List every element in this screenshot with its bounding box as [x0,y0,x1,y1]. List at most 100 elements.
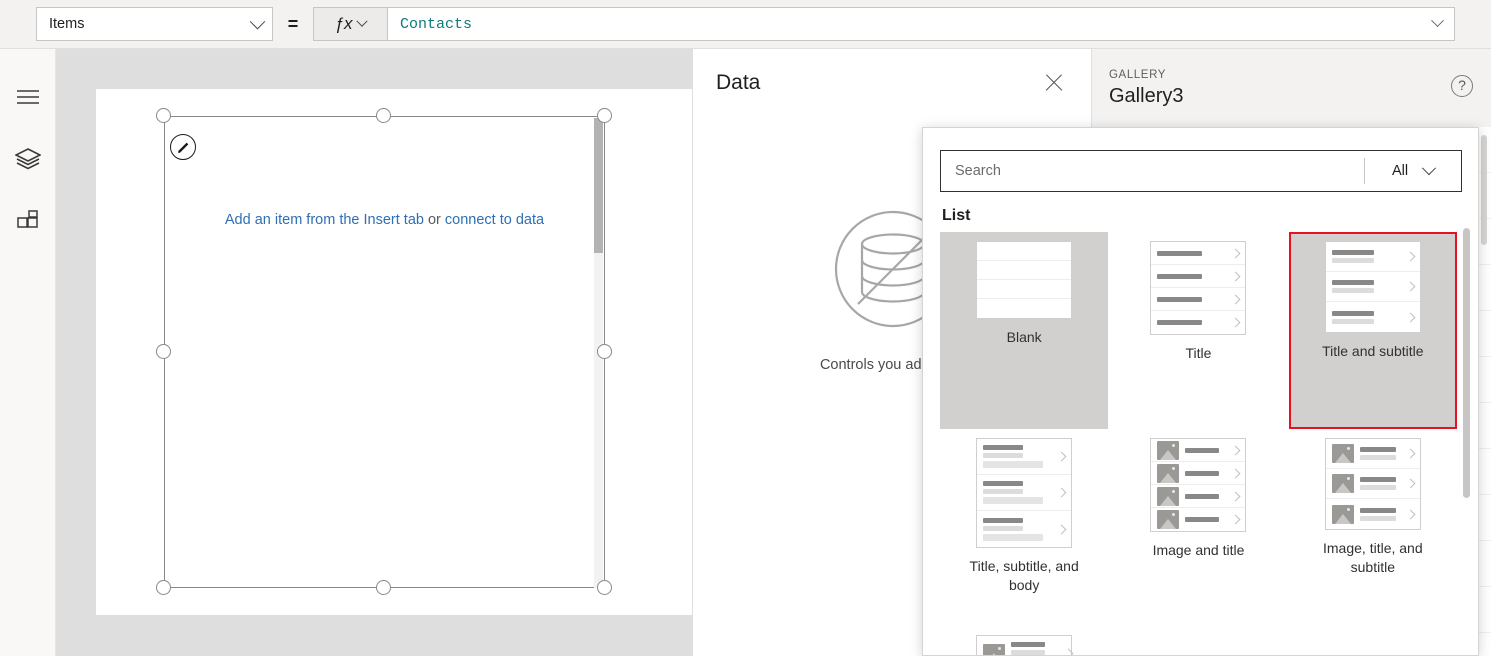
title-bar [1359,447,1396,452]
subtitle-bar [1359,515,1396,521]
chevron-right-icon [1056,487,1067,498]
chevron-right-icon [1231,445,1241,455]
resize-handle-bottom-center[interactable] [376,580,391,595]
resize-handle-middle-left[interactable] [156,344,171,359]
fx-label: ƒx [334,14,353,33]
properties-pane-titles: GALLERY Gallery3 [1109,69,1451,108]
body-bar [983,497,1044,504]
title-bar [1011,642,1046,647]
title-bar [1359,477,1396,482]
title-bar [1185,493,1220,499]
layout-search-box[interactable]: Search All [940,150,1462,192]
formula-input[interactable]: Contacts [387,7,1455,41]
title-bar [1185,470,1220,476]
fx-button[interactable]: ƒx [313,7,387,41]
app-screen[interactable]: Add an item from the Insert tab or conne… [96,89,692,615]
subtitle-bar [983,525,1024,531]
thumb-row [1326,499,1420,529]
sidebar-item-menu[interactable] [0,67,56,127]
resize-handle-top-right[interactable] [597,108,612,123]
title-bar [1331,250,1374,255]
layout-filter-label: All [1391,163,1409,179]
layout-filter-dropdown[interactable]: All [1365,161,1461,179]
layout-grid: Blank Title Title and subtitle Title, subti… [940,232,1457,655]
sidebar-item-insert[interactable] [0,191,56,251]
chevron-right-icon [1231,271,1241,281]
property-select[interactable]: Items [36,7,273,41]
canvas-area[interactable]: Add an item from the Insert tab or conne… [56,49,692,656]
thumb-row [977,299,1071,318]
title-bar [1157,296,1203,302]
layout-option-image-title-and-subtitle[interactable]: Image, title, and subtitle [1289,429,1457,626]
layout-option-label: Title, subtitle, and body [969,558,1079,593]
sidebar-item-tree-view[interactable] [0,129,56,189]
title-bar [1185,447,1220,453]
chevron-right-icon [1231,317,1241,328]
close-icon[interactable] [1043,72,1065,94]
subtitle-bar [1331,288,1374,293]
formula-text: Contacts [400,15,473,33]
resize-handle-top-center[interactable] [376,108,391,123]
gallery-edit-badge[interactable] [170,134,196,160]
chevron-right-icon [1405,281,1416,292]
layout-picker-flyout: Search All List Blank Title Title and subt… [922,127,1479,656]
property-select-label: Items [49,16,85,32]
layout-option-label: Image and title [1152,542,1245,558]
thumb-row [1325,272,1420,302]
chevron-down-icon [249,13,266,29]
image-placeholder-icon [1157,486,1180,506]
gallery-placeholder: Add an item from the Insert tab or conne… [165,212,604,228]
hamburger-menu-icon [17,90,39,104]
chevron-down-icon [356,15,369,27]
resize-handle-middle-right[interactable] [597,344,612,359]
image-placeholder-icon [1157,463,1180,483]
chevron-right-icon [1231,491,1241,501]
thumb-row [1325,439,1420,469]
thumb-row [1325,469,1420,499]
layout-option-title-and-subtitle[interactable]: Title and subtitle [1288,232,1457,429]
gallery-control[interactable]: Add an item from the Insert tab or conne… [164,116,605,588]
control-name-label: Gallery3 [1109,85,1184,107]
thumb-row [977,475,1072,511]
subtitle-bar [983,489,1024,494]
properties-scrollbar-thumb[interactable] [1481,135,1487,245]
chevron-right-icon [1231,514,1241,525]
body-bar [983,533,1044,541]
layout-thumbnail [1324,438,1421,530]
help-icon[interactable]: ? [1451,75,1473,97]
connect-to-data-link[interactable]: connect to data [445,212,544,228]
title-bar [983,481,1024,486]
resize-handle-top-left[interactable] [156,108,171,123]
layout-option-partial[interactable] [940,626,1108,655]
chevron-right-icon [1231,248,1241,258]
title-bar [1157,273,1203,279]
insert-tab-link[interactable]: Add an item from the Insert tab [225,212,424,228]
search-input[interactable]: Search [941,163,1364,179]
image-placeholder-icon [1157,510,1180,529]
subtitle-bar [1331,258,1374,263]
layout-option-blank[interactable]: Blank [940,232,1109,429]
title-bar [983,517,1024,523]
layout-option-title-subtitle-and-body[interactable]: Title, subtitle, and body [940,429,1108,626]
chevron-right-icon [1231,294,1241,304]
layout-flyout-scrollbar-thumb[interactable] [1463,228,1470,498]
resize-handle-bottom-right[interactable] [597,580,612,595]
control-type-label: GALLERY [1109,69,1167,81]
gallery-scrollbar-thumb[interactable] [594,118,603,253]
layout-option-label: Title and subtitle [1322,343,1424,359]
layout-option-label: Blank [1006,329,1042,345]
image-placeholder-icon [983,644,1006,655]
chevron-down-icon [1431,13,1444,27]
image-placeholder-icon [1331,474,1354,493]
subtitle-bar [1011,650,1046,655]
image-placeholder-icon [1157,440,1180,460]
subtitle-bar [983,453,1024,458]
resize-handle-bottom-left[interactable] [156,580,171,595]
layout-thumbnail [1324,241,1421,333]
formula-expand-button[interactable] [1431,13,1444,33]
layout-option-image-and-title[interactable]: Image and title [1114,429,1282,626]
thumb-row [977,439,1072,475]
chevron-down-icon [1421,161,1437,176]
layout-option-title[interactable]: Title [1114,232,1282,429]
title-bar [1185,517,1220,522]
